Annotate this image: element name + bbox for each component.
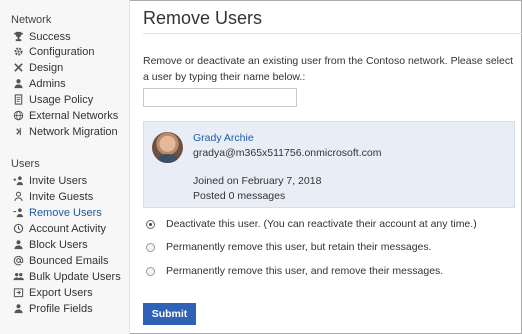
submit-button[interactable]: Submit bbox=[143, 303, 196, 325]
option-label: Deactivate this user. (You can reactivat… bbox=[166, 218, 477, 230]
sidebar-item-label: External Networks bbox=[29, 109, 119, 122]
sidebar-item-label: Bounced Emails bbox=[29, 254, 109, 267]
globe-icon bbox=[12, 110, 24, 122]
clock-icon bbox=[12, 223, 24, 235]
migration-icon bbox=[12, 126, 24, 138]
group-icon bbox=[12, 271, 24, 283]
user-email: gradya@m365x511756.onmicrosoft.com bbox=[193, 147, 382, 159]
sidebar-item-label: Remove Users bbox=[29, 206, 102, 219]
admin-icon bbox=[12, 78, 24, 90]
option-label: Permanently remove this user, and remove… bbox=[166, 265, 444, 277]
export-icon bbox=[12, 287, 24, 299]
description-text: Remove or deactivate an existing user fr… bbox=[143, 55, 514, 83]
sidebar-item-label: Profile Fields bbox=[29, 302, 93, 315]
user-search-input[interactable] bbox=[143, 88, 297, 107]
sidebar-item-label: Bulk Update Users bbox=[29, 270, 121, 283]
sidebar-item-external-networks[interactable]: External Networks bbox=[12, 108, 118, 123]
sidebar-item-label: Invite Users bbox=[29, 174, 88, 187]
at-icon bbox=[12, 255, 24, 267]
sidebar-item-account-activity[interactable]: Account Activity bbox=[12, 221, 106, 236]
sidebar-item-bulk-update-users[interactable]: Bulk Update Users bbox=[12, 269, 121, 284]
option-radio[interactable] bbox=[146, 242, 155, 252]
sidebar-item-remove-users[interactable]: Remove Users bbox=[12, 205, 102, 220]
invite-guest-icon bbox=[12, 191, 24, 203]
title-divider bbox=[143, 33, 522, 34]
sidebar: Network Success Configuration Design Adm… bbox=[0, 0, 130, 334]
sidebar-item-usage-policy[interactable]: Usage Policy bbox=[12, 92, 93, 107]
option-radio[interactable] bbox=[146, 266, 155, 276]
sidebar-item-label: Admins bbox=[29, 77, 66, 90]
sidebar-item-design[interactable]: Design bbox=[12, 60, 63, 75]
trophy-icon bbox=[12, 31, 24, 43]
sidebar-item-label: Account Activity bbox=[29, 222, 107, 235]
sidebar-item-block-users[interactable]: Block Users bbox=[12, 237, 88, 252]
user-card: Grady Archie gradya@m365x511756.onmicros… bbox=[143, 121, 515, 208]
remove-user-icon bbox=[12, 207, 24, 219]
sidebar-item-profile-fields[interactable]: Profile Fields bbox=[12, 301, 93, 316]
gear-icon bbox=[12, 46, 24, 58]
document-icon bbox=[12, 94, 24, 106]
sidebar-item-invite-users[interactable]: Invite Users bbox=[12, 173, 87, 188]
sidebar-item-success[interactable]: Success bbox=[12, 29, 71, 44]
block-icon bbox=[12, 239, 24, 251]
sidebar-item-label: Export Users bbox=[29, 286, 93, 299]
sidebar-item-label: Usage Policy bbox=[29, 93, 94, 106]
sidebar-item-label: Design bbox=[29, 61, 64, 74]
sidebar-item-admins[interactable]: Admins bbox=[12, 76, 66, 91]
main-content: Remove Users Remove or deactivate an exi… bbox=[130, 0, 522, 334]
sidebar-item-label: Success bbox=[29, 30, 71, 43]
option-remove-retain[interactable]: Permanently remove this user, but retain… bbox=[146, 240, 432, 254]
user-posted-count: Posted 0 messages bbox=[193, 190, 286, 202]
users-section-title: Users bbox=[11, 158, 40, 170]
sidebar-item-label: Network Migration bbox=[29, 125, 118, 138]
sidebar-item-label: Configuration bbox=[29, 45, 95, 58]
network-section-title: Network bbox=[11, 14, 52, 26]
option-label: Permanently remove this user, but retain… bbox=[166, 241, 432, 253]
avatar bbox=[152, 132, 183, 163]
sidebar-item-invite-guests[interactable]: Invite Guests bbox=[12, 189, 93, 204]
option-radio[interactable] bbox=[146, 219, 155, 229]
sidebar-item-export-users[interactable]: Export Users bbox=[12, 285, 93, 300]
option-remove-messages[interactable]: Permanently remove this user, and remove… bbox=[146, 264, 443, 278]
sidebar-item-network-migration[interactable]: Network Migration bbox=[12, 124, 118, 139]
sidebar-item-label: Block Users bbox=[29, 238, 88, 251]
design-icon bbox=[12, 62, 24, 74]
sidebar-item-configuration[interactable]: Configuration bbox=[12, 44, 94, 59]
user-joined-date: Joined on February 7, 2018 bbox=[193, 175, 322, 187]
user-name-link[interactable]: Grady Archie bbox=[193, 132, 254, 144]
sidebar-item-label: Invite Guests bbox=[29, 190, 94, 203]
profile-icon bbox=[12, 303, 24, 315]
invite-user-icon bbox=[12, 175, 24, 187]
page-title: Remove Users bbox=[143, 8, 263, 28]
option-deactivate[interactable]: Deactivate this user. (You can reactivat… bbox=[146, 217, 477, 231]
sidebar-item-bounced-emails[interactable]: Bounced Emails bbox=[12, 253, 109, 268]
